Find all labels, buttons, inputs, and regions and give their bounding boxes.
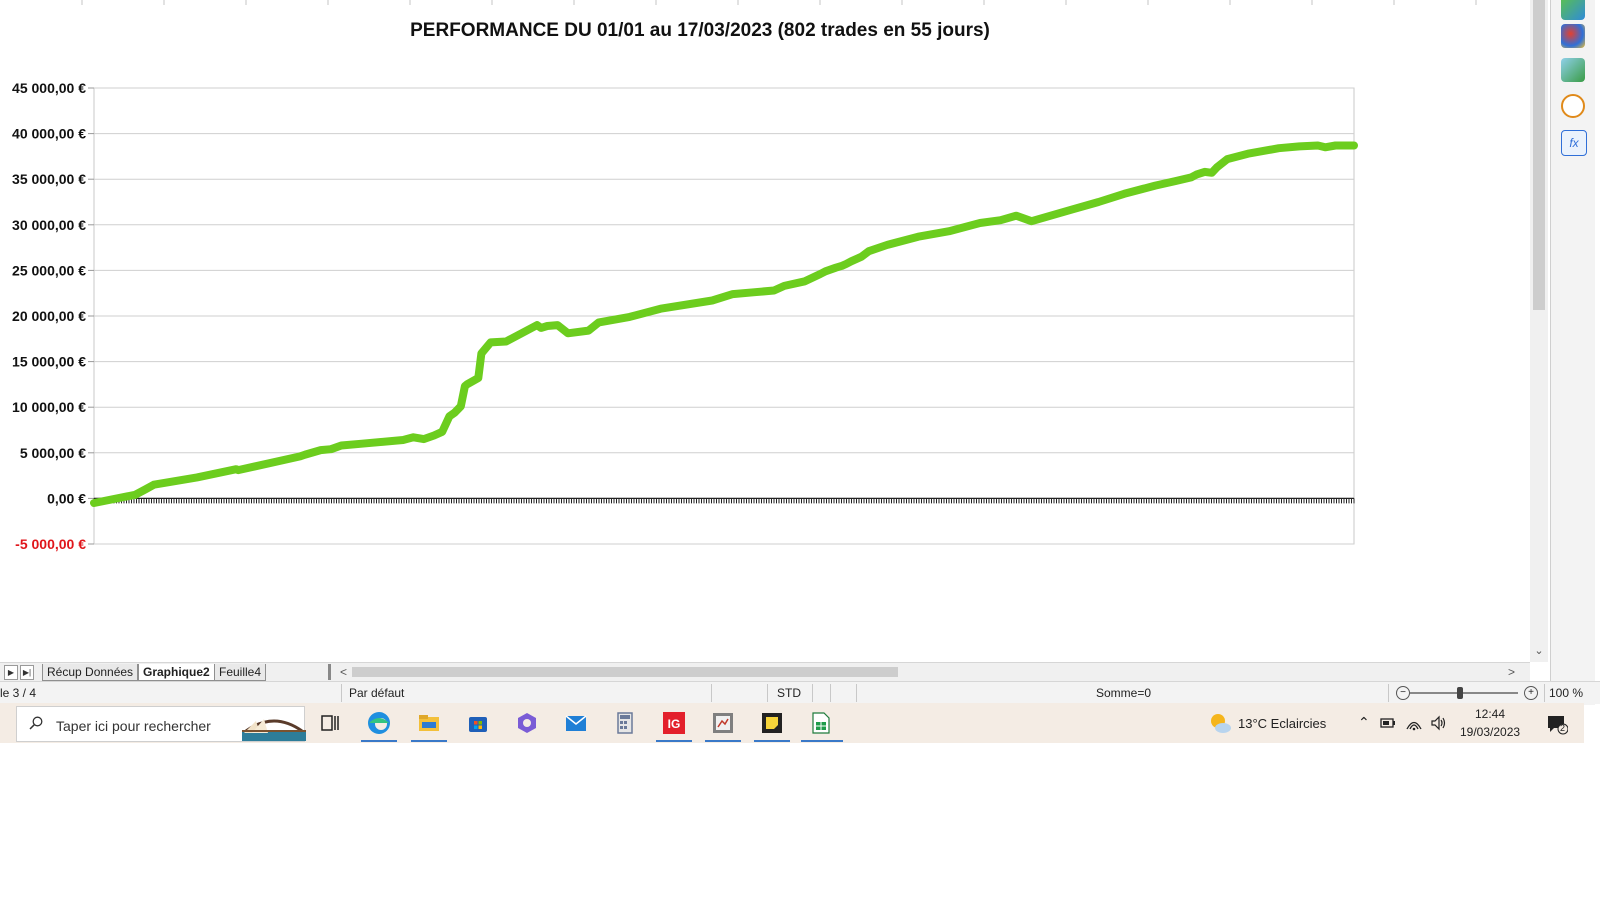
y-tick-label: 10 000,00 € xyxy=(12,399,86,415)
y-tick-label: 30 000,00 € xyxy=(12,217,86,233)
performance-chart: PERFORMANCE DU 01/01 au 17/03/2023 (802 … xyxy=(12,0,1477,552)
file-explorer-icon[interactable] xyxy=(417,711,441,735)
chart-app-icon[interactable] xyxy=(711,711,735,735)
tab-feuille4[interactable]: Feuille4 xyxy=(214,664,267,681)
tab-recup-donnees[interactable]: Récup Données xyxy=(42,664,139,681)
wifi-icon[interactable] xyxy=(1405,714,1423,732)
calculator-icon[interactable] xyxy=(613,711,637,735)
zoom-level[interactable]: 100 % xyxy=(1549,686,1583,700)
y-tick-label: 35 000,00 € xyxy=(12,171,86,187)
search-icon xyxy=(29,716,43,730)
y-tick-label: 45 000,00 € xyxy=(12,80,86,96)
y-tick-label: 40 000,00 € xyxy=(12,126,86,142)
sheet-indicator: le 3 / 4 xyxy=(0,686,37,700)
last-sheet-button[interactable]: ▶| xyxy=(20,665,34,680)
notification-count: 2 xyxy=(1560,723,1566,733)
chart-title: PERFORMANCE DU 01/01 au 17/03/2023 (802 … xyxy=(410,20,990,41)
y-tick-label: 20 000,00 € xyxy=(12,308,86,324)
sydney-bridge-icon xyxy=(242,719,306,741)
scroll-down-arrow[interactable]: ⌄ xyxy=(1533,644,1545,658)
weather-icon[interactable] xyxy=(1208,711,1232,735)
horizontal-scrollbar[interactable] xyxy=(352,667,1507,677)
clock-time[interactable]: 12:44 xyxy=(1475,707,1505,721)
functions-icon[interactable]: fx xyxy=(1561,130,1587,156)
microsoft-store-icon[interactable] xyxy=(466,711,490,735)
battery-icon[interactable] xyxy=(1379,714,1397,732)
y-tick-label: 15 000,00 € xyxy=(12,354,86,370)
tab-graphique2[interactable]: Graphique2 xyxy=(138,664,215,681)
sum-indicator[interactable]: Somme=0 xyxy=(1096,686,1151,700)
zoom-slider[interactable] xyxy=(1410,692,1518,694)
y-tick-label: 5 000,00 € xyxy=(20,445,86,461)
y-axis-labels: -5 000,00 € 0,00 € 5 000,00 € 10 000,00 € 15… xyxy=(12,80,86,552)
weather-text[interactable]: 13°C Eclaircies xyxy=(1238,716,1326,731)
show-hidden-icons-icon[interactable]: ⌃ xyxy=(1358,714,1370,731)
zoom-in-button[interactable]: + xyxy=(1524,686,1538,700)
properties-icon[interactable] xyxy=(1561,0,1585,20)
y-tick-label: -5 000,00 € xyxy=(15,536,86,552)
navigator-icon[interactable] xyxy=(1561,94,1585,118)
sticky-notes-icon[interactable] xyxy=(760,711,784,735)
page-style[interactable]: Par défaut xyxy=(349,686,404,700)
mail-icon[interactable] xyxy=(564,711,588,735)
search-placeholder: Taper ici pour rechercher xyxy=(56,718,211,734)
sheet-tab-bar: ▶ ▶| Récup Données Graphique2 Feuille4 <… xyxy=(0,662,1530,681)
selection-mode[interactable]: STD xyxy=(777,686,801,700)
next-sheet-button[interactable]: ▶ xyxy=(4,665,18,680)
edge-browser-icon[interactable] xyxy=(367,711,391,735)
vertical-scrollbar[interactable]: ⌄ xyxy=(1530,0,1548,662)
tab-divider[interactable] xyxy=(328,664,331,680)
horizontal-scroll-thumb[interactable] xyxy=(352,667,898,677)
status-bar: le 3 / 4 Par défaut STD Somme=0 − + 100 … xyxy=(0,681,1600,704)
styles-icon[interactable] xyxy=(1561,24,1585,48)
clock-date[interactable]: 19/03/2023 xyxy=(1460,725,1520,739)
y-tick-label: 0,00 € xyxy=(47,490,86,506)
column-header-ticks xyxy=(81,0,1477,5)
spreadsheet-window: PERFORMANCE DU 01/01 au 17/03/2023 (802 … xyxy=(0,0,1600,900)
sidebar-deck: fx xyxy=(1550,0,1595,705)
taskbar-search[interactable]: Taper ici pour rechercher xyxy=(16,706,306,742)
scroll-right-arrow[interactable]: > xyxy=(1508,665,1518,679)
task-view-icon[interactable] xyxy=(318,711,342,735)
scroll-left-arrow[interactable]: < xyxy=(340,665,350,679)
zoom-slider-handle[interactable] xyxy=(1457,687,1463,699)
windows-taskbar: Taper ici pour rechercher IG 13°C Eclair… xyxy=(0,703,1584,743)
zoom-out-button[interactable]: − xyxy=(1396,686,1410,700)
y-tick-label: 25 000,00 € xyxy=(12,262,86,278)
volume-icon[interactable] xyxy=(1430,714,1448,732)
svg-text:IG: IG xyxy=(668,717,681,731)
office-icon[interactable] xyxy=(515,711,539,735)
calc-spreadsheet-icon[interactable] xyxy=(809,711,833,735)
ig-trading-icon[interactable]: IG xyxy=(662,711,686,735)
gallery-icon[interactable] xyxy=(1561,58,1585,82)
vertical-scroll-thumb[interactable] xyxy=(1533,0,1545,310)
